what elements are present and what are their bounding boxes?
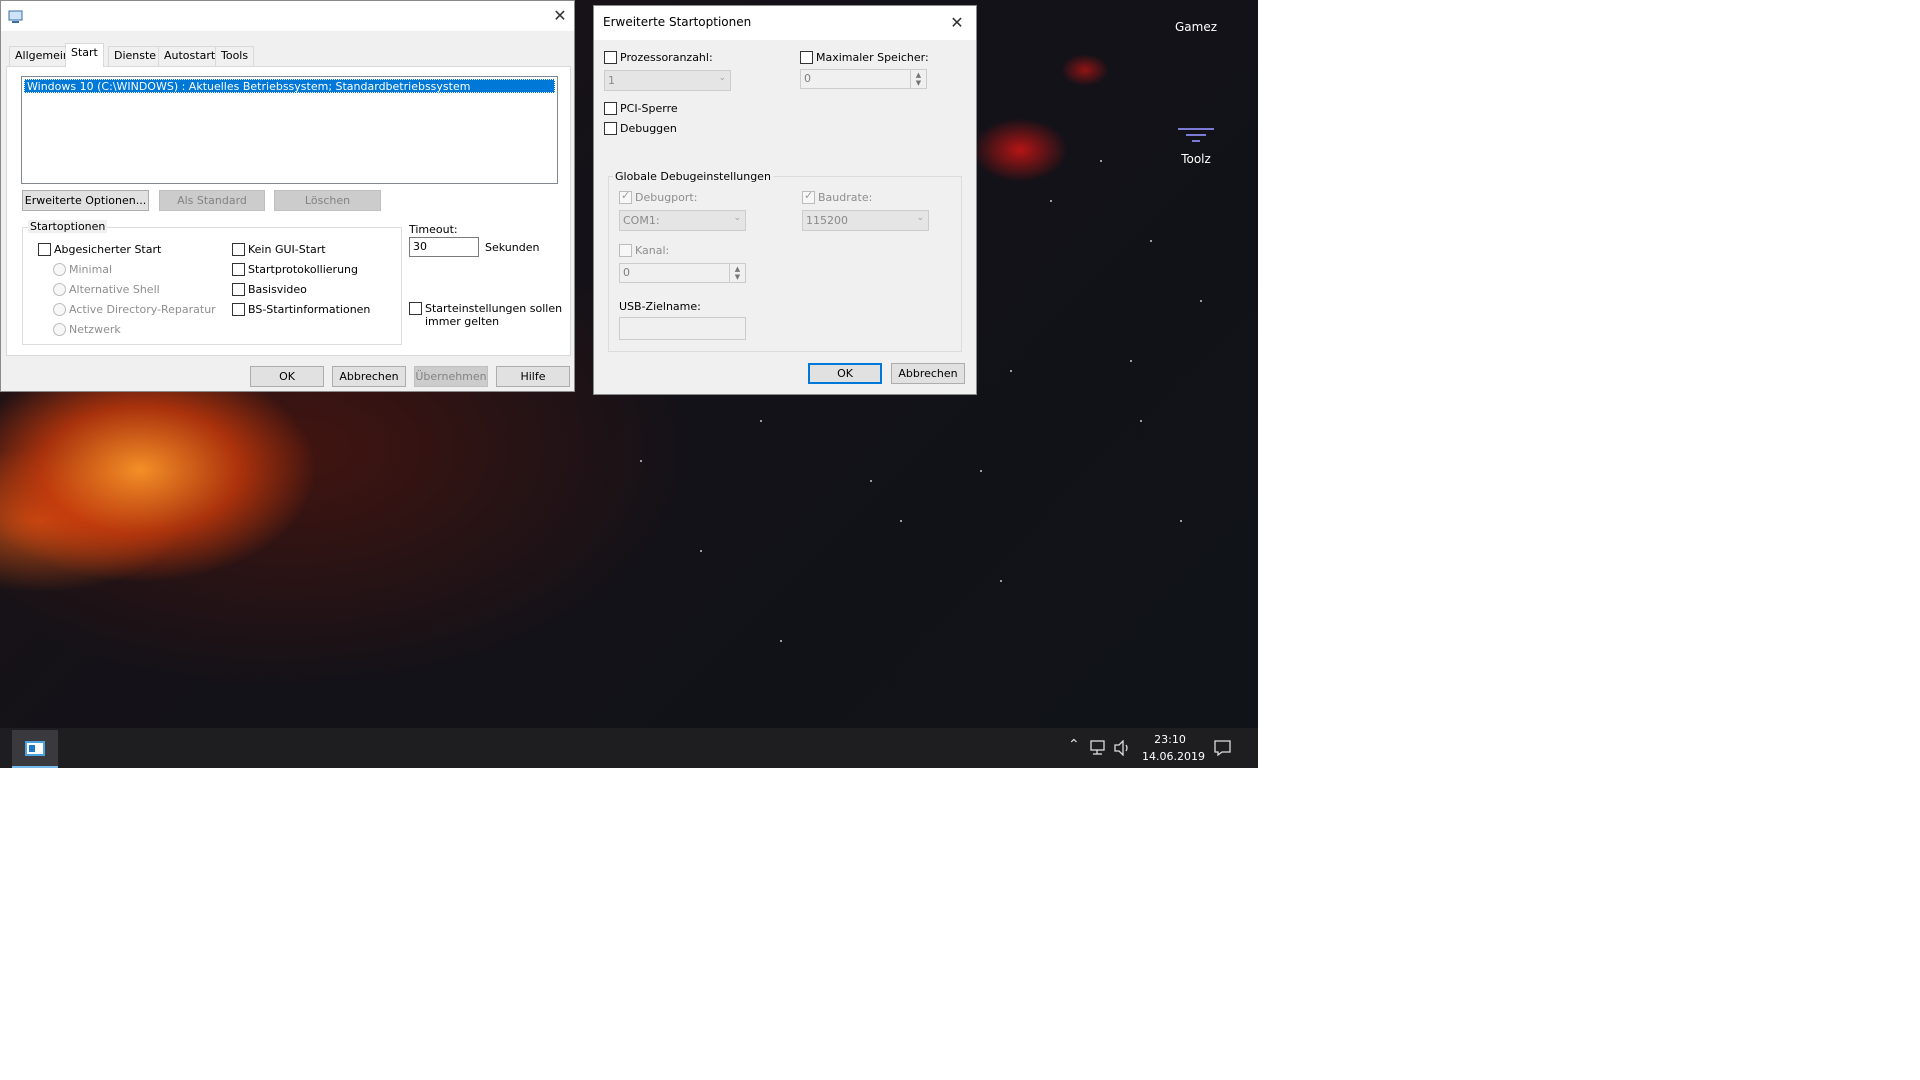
radio-network[interactable] (53, 323, 66, 336)
chevron-down-icon: ⌄ (733, 213, 741, 223)
baud-rate-select[interactable]: 115200 ⌄ (802, 210, 929, 231)
chevron-down-icon: ⌄ (916, 213, 924, 223)
advanced-options-button[interactable]: Erweiterte Optionen... (22, 190, 149, 211)
os-list-item[interactable]: Windows 10 (C:\WINDOWS) : Aktuelles Betr… (24, 79, 555, 93)
channel-checkbox[interactable] (619, 244, 632, 257)
max-mem-input[interactable]: 0 ▲ ▼ (800, 69, 927, 89)
set-default-button[interactable]: Als Standard (159, 190, 265, 211)
desktop-icon-toolz[interactable]: Toolz (1156, 126, 1236, 166)
ok-button[interactable]: OK (808, 363, 882, 384)
global-debug-title: Globale Debugeinstellungen (613, 170, 773, 183)
desktop-icon-toolz-label: Toolz (1181, 152, 1211, 166)
channel-label: Kanal: (635, 244, 670, 257)
max-mem-checkbox[interactable] (800, 51, 813, 64)
safe-boot-checkbox[interactable] (38, 243, 51, 256)
help-button[interactable]: Hilfe (496, 366, 570, 387)
os-listbox[interactable]: Windows 10 (C:\WINDOWS) : Aktuelles Betr… (21, 76, 558, 184)
permanent-settings-label-2: immer gelten (425, 315, 500, 328)
desktop-icon-gamez[interactable]: Gamez (1156, 20, 1236, 34)
msconfig-titlebar: ✕ (1, 1, 574, 31)
spinner-arrows-icon[interactable]: ▲ ▼ (910, 70, 926, 88)
usb-target-input[interactable] (619, 317, 746, 340)
delete-button[interactable]: Löschen (274, 190, 381, 211)
num-procs-label: Prozessoranzahl: (620, 51, 713, 64)
timeout-label: Timeout: (409, 223, 458, 236)
no-gui-label: Kein GUI-Start (248, 243, 326, 256)
cancel-button[interactable]: Abbrechen (332, 366, 406, 387)
safe-boot-label: Abgesicherter Start (54, 243, 162, 256)
tab-dienste[interactable]: Dienste (108, 46, 163, 66)
max-mem-label: Maximaler Speicher: (816, 51, 929, 64)
desktop-icon-gamez-label: Gamez (1174, 20, 1218, 34)
tab-tools[interactable]: Tools (215, 46, 255, 66)
debug-port-value: COM1: (623, 214, 660, 227)
radio-ad-repair-label: Active Directory-Reparatur (69, 303, 216, 316)
close-icon[interactable]: ✕ (946, 12, 968, 34)
pci-lock-label: PCI-Sperre (620, 102, 678, 115)
baud-rate-label: Baudrate: (818, 191, 873, 204)
clock-time: 23:10 (1154, 733, 1186, 746)
radio-ad-repair[interactable] (53, 303, 66, 316)
filter-icon (1178, 128, 1214, 142)
network-icon[interactable] (1090, 740, 1108, 756)
debug-port-label: Debugport: (635, 191, 698, 204)
base-video-label: Basisvideo (248, 283, 307, 296)
pci-lock-checkbox[interactable] (604, 102, 617, 115)
debug-port-select[interactable]: COM1: ⌄ (619, 210, 746, 231)
permanent-settings-label-1: Starteinstellungen sollen (425, 302, 563, 315)
advanced-boot-options-dialog: Erweiterte Startoptionen ✕ Prozessoranza… (593, 5, 977, 395)
taskbar: ⌃ 23:10 14.06.2019 (0, 728, 1258, 768)
clock-date: 14.06.2019 (1142, 750, 1205, 763)
chevron-up-icon[interactable]: ⌃ (1068, 737, 1080, 753)
radio-alternative-shell[interactable] (53, 283, 66, 296)
msconfig-window: ✕ Allgemein Start Dienste Autostart Tool… (0, 0, 575, 392)
permanent-settings-checkbox[interactable] (409, 302, 422, 315)
boot-options-title: Startoptionen (28, 220, 108, 233)
baud-rate-checkbox[interactable] (802, 189, 815, 204)
num-procs-checkbox[interactable] (604, 51, 617, 64)
usb-target-label: USB-Zielname: (619, 300, 701, 313)
debug-port-checkbox[interactable] (619, 189, 632, 204)
radio-alternative-shell-label: Alternative Shell (69, 283, 160, 296)
boot-log-label: Startprotokollierung (248, 263, 358, 276)
cancel-button[interactable]: Abbrechen (891, 363, 965, 384)
window-app-icon (25, 741, 45, 756)
num-procs-value: 1 (608, 74, 615, 87)
debug-checkbox[interactable] (604, 122, 617, 135)
computer-icon (8, 10, 23, 23)
os-boot-info-label: BS-Startinformationen (248, 303, 371, 316)
boot-log-checkbox[interactable] (232, 263, 245, 276)
speaker-icon[interactable] (1113, 740, 1131, 756)
notification-icon[interactable] (1214, 740, 1232, 756)
channel-input[interactable]: 0 ▲ ▼ (619, 263, 746, 283)
no-gui-checkbox[interactable] (232, 243, 245, 256)
os-boot-info-checkbox[interactable] (232, 303, 245, 316)
tab-autostart[interactable]: Autostart (158, 46, 222, 66)
timeout-input[interactable]: 30 (409, 237, 479, 257)
ok-button[interactable]: OK (250, 366, 324, 387)
baud-rate-value: 115200 (806, 214, 848, 227)
channel-value: 0 (623, 266, 630, 279)
radio-network-label: Netzwerk (69, 323, 121, 336)
max-mem-value: 0 (804, 72, 811, 85)
radio-minimal[interactable] (53, 263, 66, 276)
radio-minimal-label: Minimal (69, 263, 113, 276)
advanced-dialog-title: Erweiterte Startoptionen (603, 15, 752, 29)
taskbar-app-msconfig[interactable] (12, 730, 58, 768)
tab-start[interactable]: Start (65, 43, 104, 67)
chevron-down-icon: ⌄ (718, 73, 726, 83)
timeout-unit: Sekunden (485, 241, 540, 254)
taskbar-clock[interactable]: 23:10 14.06.2019 (1142, 731, 1205, 765)
close-icon[interactable]: ✕ (549, 5, 571, 27)
spinner-arrows-icon[interactable]: ▲ ▼ (729, 264, 745, 282)
advanced-titlebar: Erweiterte Startoptionen ✕ (594, 6, 976, 40)
apply-button[interactable]: Übernehmen (414, 366, 488, 387)
base-video-checkbox[interactable] (232, 283, 245, 296)
debug-label: Debuggen (620, 122, 677, 135)
num-procs-select[interactable]: 1 ⌄ (604, 70, 731, 91)
